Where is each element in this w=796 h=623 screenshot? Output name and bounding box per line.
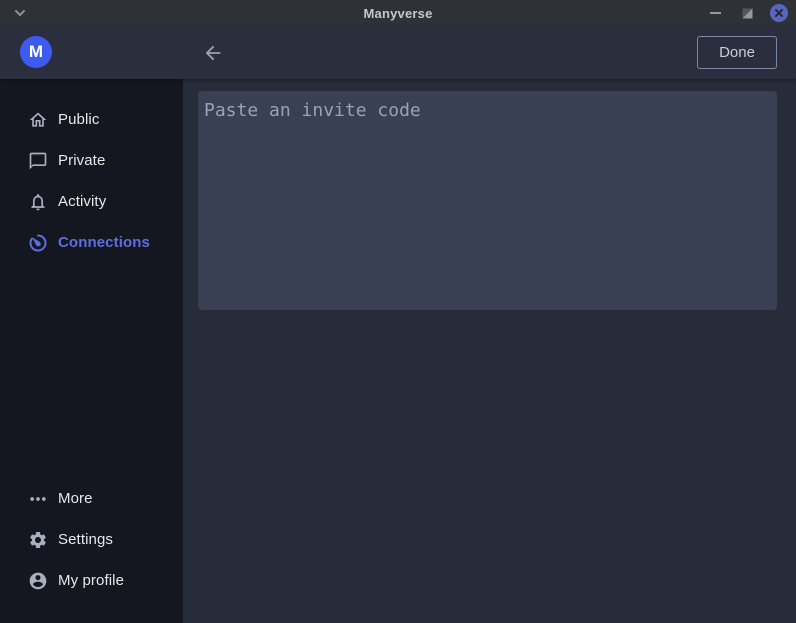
sidebar-item-label: My profile <box>58 572 124 589</box>
main-content <box>183 79 796 623</box>
maximize-button[interactable] <box>738 4 756 22</box>
back-button[interactable] <box>201 41 225 65</box>
sidebar-item-activity[interactable]: Activity <box>0 181 183 222</box>
dial-icon <box>28 233 48 253</box>
chevron-down-icon[interactable] <box>12 5 28 21</box>
person-icon <box>28 571 48 591</box>
sidebar-item-connections[interactable]: Connections <box>0 222 183 263</box>
gear-icon <box>28 530 48 550</box>
sidebar-item-my-profile[interactable]: My profile <box>0 560 183 601</box>
minimize-button[interactable] <box>706 4 724 22</box>
home-icon <box>28 110 48 130</box>
sidebar-item-label: Private <box>58 152 105 169</box>
close-button[interactable] <box>770 4 788 22</box>
message-icon <box>28 151 48 171</box>
sidebar-item-label: Connections <box>58 234 150 251</box>
sidebar-item-settings[interactable]: Settings <box>0 519 183 560</box>
sidebar-item-label: Public <box>58 111 99 128</box>
arrow-back-icon <box>202 42 224 64</box>
manyverse-logo: M <box>20 36 52 68</box>
sidebar-item-label: More <box>58 490 93 507</box>
sidebar-item-public[interactable]: Public <box>0 99 183 140</box>
logo-letter: M <box>29 42 43 62</box>
sidebar-main-items: Public Private Activity <box>0 79 183 263</box>
window-controls <box>706 0 788 26</box>
close-icon <box>774 8 784 18</box>
done-button[interactable]: Done <box>697 36 777 69</box>
bell-icon <box>28 192 48 212</box>
app-window: Manyverse M Done <box>0 0 796 623</box>
sidebar-footer-items: More Settings My profile <box>0 478 183 601</box>
maximize-icon <box>742 8 753 19</box>
sidebar-item-private[interactable]: Private <box>0 140 183 181</box>
ellipsis-icon <box>28 489 48 509</box>
titlebar: Manyverse <box>0 0 796 26</box>
sidebar-item-more[interactable]: More <box>0 478 183 519</box>
minimize-icon <box>710 12 721 14</box>
invite-code-input[interactable] <box>198 91 777 310</box>
sidebar-item-label: Activity <box>58 193 106 210</box>
sidebar-item-label: Settings <box>58 531 113 548</box>
sidebar: Public Private Activity <box>0 79 183 623</box>
topbar: M Done <box>0 26 796 79</box>
window-title: Manyverse <box>0 6 796 21</box>
